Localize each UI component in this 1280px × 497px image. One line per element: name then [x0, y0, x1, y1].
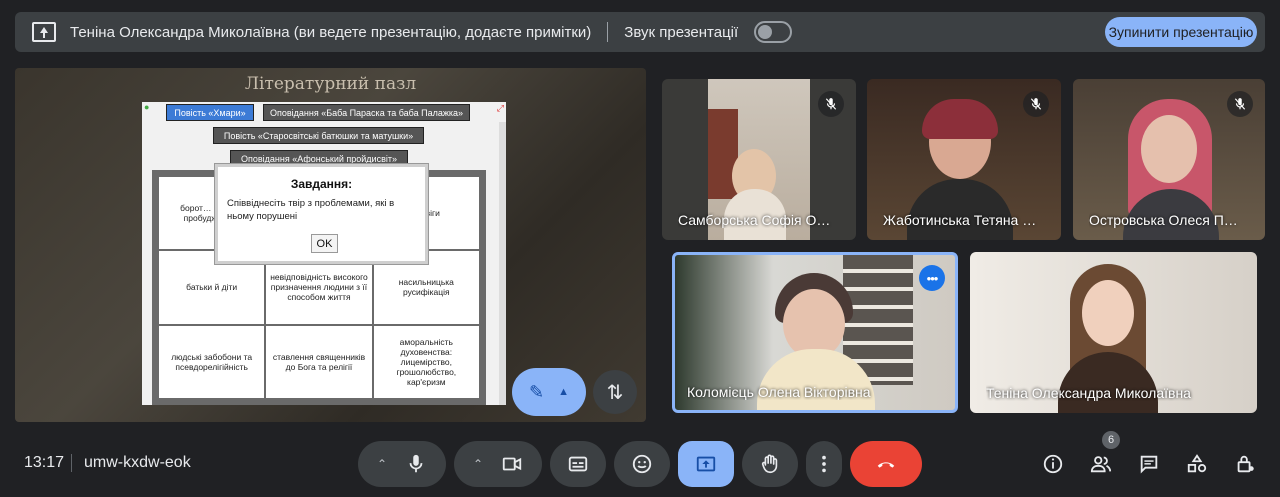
annotate-button[interactable]: ✎ ▲ [512, 368, 586, 416]
chat-icon [1140, 455, 1158, 474]
puzzle-piece[interactable]: аморальність духовенства: лицемірство, г… [373, 325, 479, 398]
camera-control[interactable]: ⌃ [454, 441, 542, 487]
participant-tile-speaking[interactable]: ••• Коломієць Олена Вікторівна [672, 252, 958, 413]
info-icon [1043, 454, 1063, 474]
presentation-sound-label: Звук презентації [624, 23, 739, 41]
divider [607, 22, 609, 42]
mic-off-icon [1030, 98, 1042, 110]
task-dialog: Завдання: Співвіднесіть твір з проблемам… [215, 164, 428, 264]
dialog-title: Завдання: [290, 177, 353, 191]
reactions-button[interactable] [614, 441, 670, 487]
camera-icon[interactable] [501, 453, 523, 475]
mic-off-indicator [1227, 91, 1253, 117]
hand-icon [761, 454, 778, 474]
scrollbar[interactable] [499, 122, 506, 405]
mic-off-indicator [818, 91, 844, 117]
mic-off-indicator [1023, 91, 1049, 117]
meeting-controls-bar: 13:17 umw-kxdw-eok ⌃ ⌃ [0, 430, 1280, 497]
fullscreen-icon[interactable]: ⤢ [497, 103, 504, 114]
captions-button[interactable] [550, 441, 606, 487]
puzzle-frame: ● ⤢ Повість «Хмари» Оповідання «Баба Пар… [142, 102, 506, 405]
presentation-stage: Літературний пазл ● ⤢ Повість «Хмари» Оп… [15, 68, 646, 422]
more-options-button[interactable]: ••• [919, 265, 945, 291]
chevron-up-icon: ▲ [558, 386, 569, 398]
dialog-ok-button[interactable]: OK [311, 234, 338, 253]
meeting-time: 13:17 [24, 454, 65, 471]
swap-arrows-icon: ⇅ [606, 381, 624, 404]
participant-face [1082, 280, 1134, 346]
chevron-up-icon[interactable]: ⌃ [377, 457, 387, 471]
participant-hair [922, 99, 998, 139]
refresh-icon[interactable]: ● [144, 102, 149, 112]
microphone-control[interactable]: ⌃ [358, 441, 446, 487]
participant-body [907, 179, 1013, 240]
participant-tile[interactable]: Островська Олеся П… [1073, 79, 1265, 240]
chat-button[interactable] [1136, 451, 1162, 477]
present-screen-icon [696, 456, 716, 472]
chevron-up-icon[interactable]: ⌃ [473, 457, 483, 471]
activities-button[interactable] [1184, 451, 1210, 477]
people-icon [1090, 456, 1112, 473]
presenting-banner: Теніна Олександра Миколаївна (ви ведете … [15, 12, 1265, 52]
divider [71, 454, 72, 472]
raise-hand-button[interactable] [742, 441, 798, 487]
lock-person-icon [1237, 455, 1254, 473]
participant-name: Жаботинська Тетяна … [883, 212, 1037, 228]
shapes-icon [1187, 454, 1207, 473]
participant-tile[interactable]: Самборська Софія О… [662, 79, 856, 240]
host-controls-button[interactable] [1232, 451, 1258, 477]
tab-khmary[interactable]: Повість «Хмари» [166, 104, 254, 121]
end-call-icon [877, 462, 895, 468]
people-button[interactable] [1088, 451, 1114, 477]
emoji-icon [632, 454, 652, 474]
swap-layout-button[interactable]: ⇅ [593, 370, 637, 414]
participant-tile[interactable]: Жаботинська Тетяна … [867, 79, 1061, 240]
microphone-icon[interactable] [405, 453, 427, 475]
present-screen-icon [32, 22, 56, 42]
more-vert-icon [822, 455, 826, 473]
participant-face [1141, 115, 1197, 183]
participant-name: Коломієць Олена Вікторівна [687, 384, 871, 400]
slide-title: Літературний пазл [244, 74, 417, 94]
tab-starosvitski[interactable]: Повість «Старосвітські батюшки та матушк… [213, 127, 424, 144]
puzzle-piece[interactable]: людські забобони та псевдорелігійність [159, 325, 265, 398]
participant-name: Самборська Софія О… [678, 212, 831, 228]
participant-tile[interactable]: Теніна Олександра Миколаївна [970, 252, 1257, 413]
mic-off-icon [825, 98, 837, 110]
puzzle-piece[interactable]: ставлення священників до Бога та релігії [266, 325, 372, 398]
mic-off-icon [1234, 98, 1246, 110]
presentation-sound-toggle[interactable] [754, 21, 793, 43]
present-now-button[interactable] [678, 441, 734, 487]
leave-call-button[interactable] [850, 441, 922, 487]
tab-baba-paraska[interactable]: Оповідання «Баба Параска та баба Палажка… [263, 104, 470, 121]
more-options-button[interactable] [806, 441, 842, 487]
participant-name: Теніна Олександра Миколаївна [986, 385, 1191, 401]
captions-icon [568, 456, 588, 472]
meeting-details-button[interactable] [1040, 451, 1066, 477]
dialog-text: Співвіднесіть твір з проблемами, які в н… [227, 198, 395, 222]
pen-icon: ✎ [529, 381, 545, 402]
meeting-code: umw-kxdw-eok [84, 454, 191, 471]
toggle-knob [758, 25, 773, 39]
stop-presenting-button[interactable]: Зупинити презентацію [1105, 17, 1257, 47]
people-count-badge: 6 [1102, 431, 1120, 449]
participant-name: Островська Олеся П… [1089, 212, 1238, 228]
presenter-status: Теніна Олександра Миколаївна (ви ведете … [70, 23, 592, 41]
